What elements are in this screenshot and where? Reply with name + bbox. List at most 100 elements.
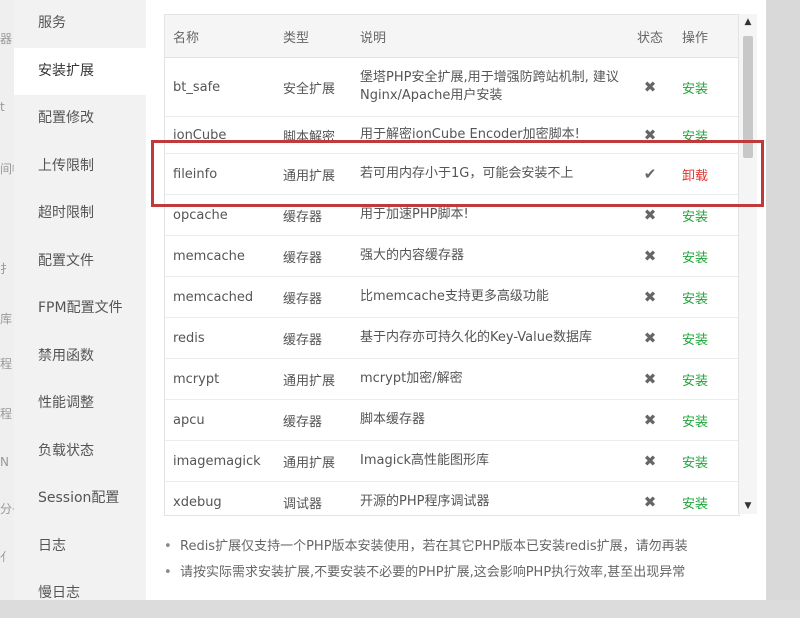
scroll-up-arrow-icon[interactable]: ▲: [739, 14, 757, 30]
table-cell: 比memcache支持更多高级功能: [352, 276, 630, 318]
table-row: imagemagick 通用扩展 Imagick高性能图形库 ✖ 安装: [165, 440, 739, 482]
extensions-panel: 名称 类型 说明 状态 操作 bt_safe 安全扩展 堡塔PHP安全扩展,用于增强…: [146, 0, 766, 600]
table-cell: redis: [165, 317, 275, 359]
extension-description-cell: 基于内存亦可持久化的Key-Value数据库: [360, 330, 592, 345]
table-cell: opcache: [165, 194, 275, 236]
sidebar-item[interactable]: 配置修改: [14, 95, 146, 143]
table-cell: mcrypt加密/解密: [352, 358, 630, 400]
table-cell: 若可用内存小于1G，可能会安装不上: [352, 153, 630, 195]
table-cell: ✖: [630, 399, 670, 441]
background-text-fragment: 库: [0, 312, 13, 326]
install-button[interactable]: 安装: [682, 130, 708, 145]
table-cell: ✖: [630, 235, 670, 277]
column-header-status: 状态: [630, 15, 670, 58]
table-row: opcache 缓存器 用于加速PHP脚本! ✖ 安装: [165, 194, 739, 236]
install-button[interactable]: 安装: [682, 497, 708, 512]
extension-description-cell: 用于加速PHP脚本!: [360, 207, 469, 222]
extension-type-cell: 缓存器: [283, 332, 323, 348]
sidebar-item[interactable]: FPM配置文件: [14, 285, 146, 333]
status-not-installed-icon: ✖: [643, 126, 657, 144]
table-row: bt_safe 安全扩展 堡塔PHP安全扩展,用于增强防跨站机制, 建议Nginx/…: [165, 57, 739, 117]
table-row: fileinfo 通用扩展 若可用内存小于1G，可能会安装不上 ✔ 卸载: [165, 153, 739, 195]
table-cell: 缓存器: [275, 317, 352, 359]
table-scrollbar[interactable]: ▲ ▼: [738, 14, 757, 514]
install-button[interactable]: 安装: [682, 456, 708, 471]
table-cell: 安装: [670, 399, 739, 441]
table-row: memcache 缓存器 强大的内容缓存器 ✖ 安装: [165, 235, 739, 277]
sidebar-item[interactable]: 日志: [14, 523, 146, 571]
php-settings-sidebar: 服务 安装扩展 配置修改 上传限制 超时限制 配置文件 FPM配置文件 禁用函数 性能调整 负载状…: [14, 0, 146, 601]
table-cell: 通用扩展: [275, 358, 352, 400]
install-button[interactable]: 安装: [682, 82, 708, 97]
table-cell: fileinfo: [165, 153, 275, 195]
sidebar-item[interactable]: Session配置: [14, 475, 146, 523]
scrollbar-thumb[interactable]: [743, 36, 753, 158]
bullet-icon: •: [164, 539, 172, 554]
extension-description-cell: 开源的PHP程序调试器: [360, 494, 490, 509]
table-cell: memcached: [165, 276, 275, 318]
extension-type-cell: 脚本解密: [283, 129, 336, 145]
table-row: mcrypt 通用扩展 mcrypt加密/解密 ✖ 安装: [165, 358, 739, 400]
table-cell: 用于解密ionCube Encoder加密脚本!: [352, 116, 630, 154]
table-header-row: 名称 类型 说明 状态 操作: [165, 15, 739, 58]
background-text-fragment: 程: [0, 357, 13, 371]
extension-type-cell: 缓存器: [283, 250, 323, 266]
table-cell: 安全扩展: [275, 57, 352, 117]
table-cell: 安装: [670, 57, 739, 117]
table-row: redis 缓存器 基于内存亦可持久化的Key-Value数据库 ✖ 安装: [165, 317, 739, 359]
extension-name-cell: bt_safe: [173, 79, 221, 95]
extension-type-cell: 通用扩展: [283, 168, 336, 184]
install-button[interactable]: 安装: [682, 210, 708, 225]
sidebar-item[interactable]: 禁用函数: [14, 333, 146, 381]
background-text-fragment: 分子: [0, 502, 14, 516]
sidebar-item[interactable]: 性能调整: [14, 380, 146, 428]
background-text-fragment: 扌: [0, 262, 13, 276]
table-cell: 通用扩展: [275, 440, 352, 482]
status-not-installed-icon: ✖: [643, 78, 657, 96]
table-cell: apcu: [165, 399, 275, 441]
sidebar-item[interactable]: 超时限制: [14, 190, 146, 238]
status-not-installed-icon: ✖: [643, 493, 657, 511]
install-button[interactable]: 安装: [682, 292, 708, 307]
background-text-fragment: N: [0, 455, 9, 469]
table-cell: ✔: [630, 153, 670, 195]
status-not-installed-icon: ✖: [643, 288, 657, 306]
install-button[interactable]: 安装: [682, 374, 708, 389]
extension-type-cell: 安全扩展: [283, 81, 336, 97]
extension-type-cell: 缓存器: [283, 209, 323, 225]
extension-description-cell: Imagick高性能图形库: [360, 453, 490, 468]
table-cell: Imagick高性能图形库: [352, 440, 630, 482]
sidebar-item[interactable]: 慢日志: [14, 570, 146, 618]
table-cell: bt_safe: [165, 57, 275, 117]
sidebar-item[interactable]: 配置文件: [14, 238, 146, 286]
table-cell: imagemagick: [165, 440, 275, 482]
table-row: memcached 缓存器 比memcache支持更多高级功能 ✖ 安装: [165, 276, 739, 318]
bullet-icon: •: [164, 565, 172, 580]
extension-description-cell: mcrypt加密/解密: [360, 371, 463, 386]
table-cell: ✖: [630, 317, 670, 359]
table-cell: 卸载: [670, 153, 739, 195]
install-button[interactable]: 安装: [682, 251, 708, 266]
status-not-installed-icon: ✖: [643, 247, 657, 265]
table-cell: ✖: [630, 481, 670, 515]
table-cell: ionCube: [165, 116, 275, 154]
dialog-backdrop-right: [766, 0, 800, 600]
install-button[interactable]: 安装: [682, 415, 708, 430]
sidebar-item[interactable]: 安装扩展: [14, 47, 146, 95]
sidebar-item[interactable]: 负载状态: [14, 428, 146, 476]
table-cell: 安装: [670, 317, 739, 359]
table-cell: 缓存器: [275, 276, 352, 318]
scroll-down-arrow-icon[interactable]: ▼: [739, 498, 757, 514]
sidebar-item[interactable]: 服务: [14, 0, 146, 48]
status-not-installed-icon: ✖: [643, 411, 657, 429]
table-cell: 安装: [670, 194, 739, 236]
extension-type-cell: 通用扩展: [283, 373, 336, 389]
install-button[interactable]: 安装: [682, 333, 708, 348]
uninstall-button[interactable]: 卸载: [682, 169, 708, 184]
table-cell: 安装: [670, 116, 739, 154]
table-cell: ✖: [630, 276, 670, 318]
sidebar-item[interactable]: 上传限制: [14, 143, 146, 191]
table-row: apcu 缓存器 脚本缓存器 ✖ 安装: [165, 399, 739, 441]
status-not-installed-icon: ✖: [643, 370, 657, 388]
extension-name-cell: imagemagick: [173, 453, 261, 469]
